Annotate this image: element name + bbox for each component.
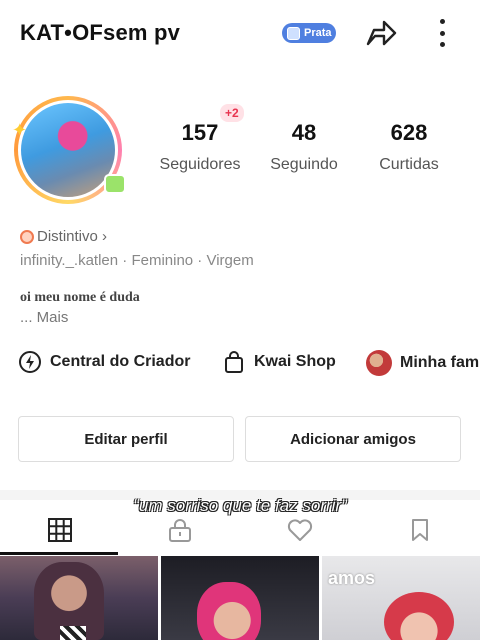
likes-stat[interactable]: 628 Curtidas <box>372 120 446 174</box>
more-dot-icon <box>439 42 445 47</box>
clapperboard-icon <box>60 626 86 640</box>
grid-icon <box>48 518 72 542</box>
distintivo-icon <box>20 229 34 244</box>
more-dot-icon <box>439 30 445 36</box>
following-stat[interactable]: 48 Seguindo <box>266 120 342 174</box>
kwai-shop-label: Kwai Shop <box>254 353 336 370</box>
family-link[interactable]: Minha fam <box>366 350 479 376</box>
gem-icon <box>287 26 300 40</box>
more-options-button[interactable] <box>430 16 454 50</box>
distintivo-link[interactable]: Distintivo › <box>20 228 107 245</box>
video-caption-overlay: “um sorriso que te faz sorrir” <box>133 496 347 515</box>
video-grid: amos <box>0 556 480 640</box>
profile-username: KAT•OFsem pv <box>20 20 181 45</box>
lock-icon <box>169 519 191 542</box>
followers-count: 157 <box>181 120 219 145</box>
heart-icon <box>287 519 313 541</box>
add-friends-button[interactable]: Adicionar amigos <box>245 416 461 462</box>
family-label: Minha fam <box>400 354 480 371</box>
thumbnail-image <box>197 582 261 640</box>
share-icon <box>366 20 397 46</box>
profile-meta: infinity._.katlen · Feminino · Virgem <box>20 252 254 269</box>
video-thumbnail[interactable]: amos <box>322 556 480 640</box>
top-bar: KAT•OFsem pv Prata <box>0 0 480 66</box>
following-count: 48 <box>291 120 317 145</box>
profile-bio: oi meu nome é duda <box>20 290 140 305</box>
shopping-bag-icon <box>225 351 243 373</box>
lightning-icon <box>19 351 41 373</box>
bio-more-link[interactable]: ... Mais <box>20 309 68 326</box>
video-thumbnail[interactable] <box>161 556 319 640</box>
kwai-shop-link[interactable]: Kwai Shop <box>222 350 336 374</box>
thumbnail-image <box>384 592 454 640</box>
profile-avatar[interactable]: ✦ <box>12 96 132 208</box>
followers-stat[interactable]: 157 Seguidores <box>156 120 244 174</box>
likes-label: Curtidas <box>379 156 439 173</box>
distintivo-label: Distintivo › <box>37 228 108 245</box>
creator-center-link[interactable]: Central do Criador <box>18 350 190 374</box>
camera-sticker-icon <box>104 174 126 194</box>
level-badge-label: Prata <box>304 27 332 39</box>
followers-label: Seguidores <box>159 156 241 173</box>
active-tab-indicator <box>0 552 118 555</box>
thumbnail-overlay-text: amos <box>328 568 376 588</box>
avatar-image <box>18 100 118 200</box>
likes-count: 628 <box>390 120 428 145</box>
video-thumbnail[interactable] <box>0 556 158 640</box>
more-dot-icon <box>439 19 445 24</box>
family-avatar <box>366 350 392 376</box>
quick-links-row: Central do Criador Kwai Shop Minha fam <box>0 346 480 384</box>
level-badge[interactable]: Prata <box>282 23 336 43</box>
following-label: Seguindo <box>270 156 338 173</box>
share-button[interactable] <box>364 16 398 50</box>
bookmark-icon <box>412 519 428 541</box>
creator-center-label: Central do Criador <box>50 353 191 370</box>
edit-profile-button[interactable]: Editar perfil <box>18 416 234 462</box>
star-sticker-icon: ✦ <box>12 120 28 140</box>
